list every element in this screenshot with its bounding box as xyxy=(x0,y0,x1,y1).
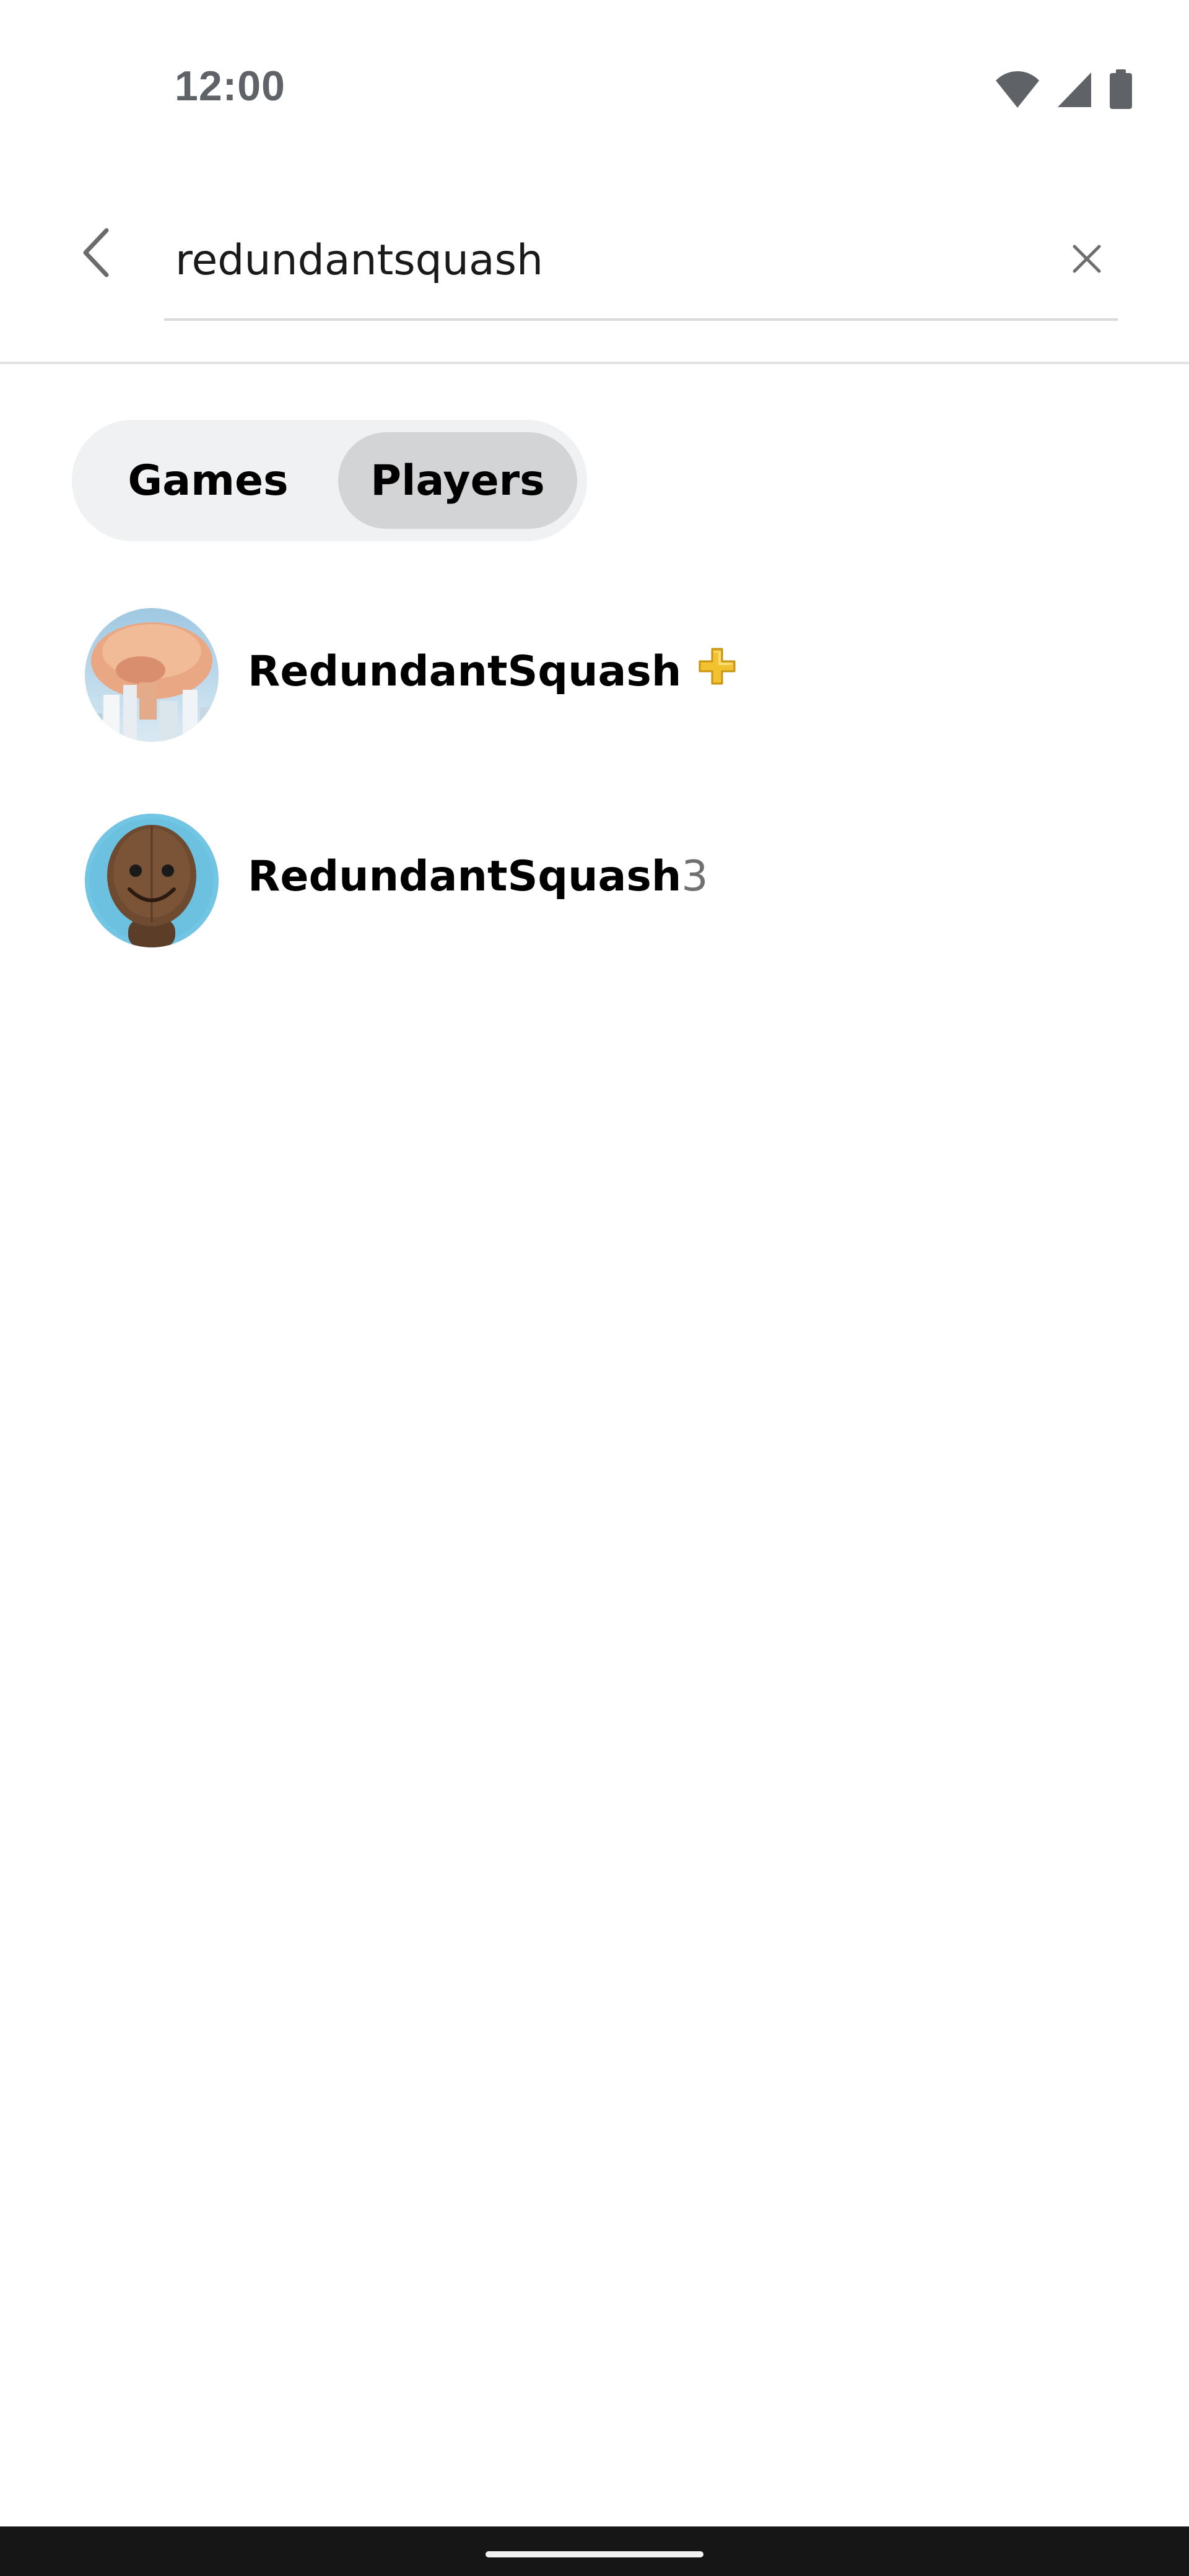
player-result-row[interactable]: RedundantSquash 3 xyxy=(0,800,1189,961)
wifi-icon xyxy=(995,71,1040,109)
player-name-text: RedundantSquash xyxy=(248,647,682,696)
back-button[interactable] xyxy=(68,223,124,285)
playstation-plus-icon xyxy=(697,646,737,697)
search-type-tabs: Games Players xyxy=(72,420,587,541)
header-divider xyxy=(0,362,1189,364)
player-result-row[interactable]: RedundantSquash xyxy=(0,594,1189,755)
close-icon xyxy=(1072,244,1102,277)
player-name: RedundantSquash 3 xyxy=(248,852,708,901)
status-bar: 12:00 xyxy=(0,0,1189,161)
clear-search-button[interactable] xyxy=(1056,229,1118,291)
tab-games[interactable]: Games xyxy=(84,432,332,529)
tab-players[interactable]: Players xyxy=(338,432,577,529)
status-icons xyxy=(995,69,1133,110)
battery-icon xyxy=(1108,69,1133,110)
cell-signal-icon xyxy=(1056,71,1092,108)
home-indicator[interactable] xyxy=(486,2551,703,2557)
player-name-suffix: 3 xyxy=(681,852,708,901)
system-navigation-bar xyxy=(0,2526,1189,2576)
sackboy-avatar xyxy=(85,814,219,947)
search-bar xyxy=(0,198,1189,365)
mushroom-cloud-city-avatar xyxy=(85,608,219,742)
player-name: RedundantSquash xyxy=(248,646,737,697)
search-input[interactable] xyxy=(175,229,1030,291)
chevron-left-icon xyxy=(81,227,111,282)
player-name-text: RedundantSquash xyxy=(248,852,682,901)
screen: 12:00 redundantsquash Games Players Redu… xyxy=(0,0,1189,2576)
status-time: 12:00 xyxy=(175,63,285,110)
search-field xyxy=(164,198,1118,321)
